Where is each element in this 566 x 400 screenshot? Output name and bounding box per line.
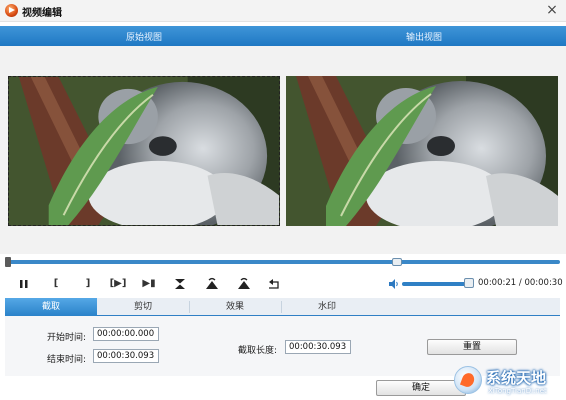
rotate-right-icon[interactable] [236, 276, 252, 292]
end-time-field[interactable] [93, 349, 159, 363]
timeline-position-handle[interactable] [392, 258, 402, 266]
output-video-preview [286, 76, 558, 226]
tab-cut[interactable]: 剪切 [97, 298, 189, 316]
original-view-label: 原始视图 [126, 33, 163, 43]
play-selection-icon[interactable]: [▶] [108, 276, 128, 292]
next-frame-icon[interactable]: ▶▮ [140, 276, 158, 292]
end-time-label: 结束时间: [47, 355, 87, 365]
preview-area [0, 46, 566, 254]
start-time-field[interactable] [93, 327, 159, 341]
site-logo-icon [454, 366, 482, 394]
koala-image [9, 77, 279, 225]
undo-icon[interactable] [266, 276, 282, 292]
close-button[interactable]: × [544, 2, 560, 18]
start-time-label: 开始时间: [47, 333, 87, 343]
tab-watermark[interactable]: 水印 [281, 298, 373, 316]
site-logo-url: XiTongTianDi.net [488, 387, 547, 395]
view-header: 原始视图 输出视图 [0, 26, 566, 46]
timeline-track[interactable] [8, 260, 560, 264]
koala-image [286, 76, 558, 226]
reset-button[interactable]: 重置 [427, 339, 517, 355]
rotate-left-icon[interactable] [204, 276, 220, 292]
app-logo-icon [5, 4, 18, 17]
time-display: 00:00:21 / 00:00:30 [478, 278, 563, 288]
timeline-slider[interactable] [0, 254, 566, 270]
mark-out-icon[interactable]: ] [80, 276, 96, 292]
tab-trim[interactable]: 截取 [5, 298, 97, 316]
site-logo: 系统天地 XiTongTianDi.net [448, 362, 566, 400]
volume-slider-track[interactable] [402, 282, 470, 286]
mark-in-icon[interactable]: [ [48, 276, 64, 292]
play-pause-icon[interactable] [16, 276, 32, 292]
site-logo-title: 系统天地 [486, 369, 547, 387]
timeline-start-handle[interactable] [5, 257, 11, 267]
volume-slider-handle[interactable] [464, 278, 474, 288]
window-title: 视频编辑 [22, 8, 62, 19]
title-bar: 视频编辑 × [0, 0, 566, 22]
playback-controls: [ ] [▶] ▶▮ 00:00:21 / 00:00:30 [0, 272, 566, 296]
tab-effects[interactable]: 效果 [189, 298, 281, 316]
output-view-label: 输出视图 [406, 33, 443, 43]
original-video-preview[interactable] [8, 76, 280, 226]
trim-length-label: 截取长度: [238, 346, 278, 356]
volume-icon[interactable] [388, 278, 400, 290]
trim-length-field [285, 340, 351, 354]
flip-vertical-icon[interactable] [172, 276, 188, 292]
edit-tabs: 截取 剪切 效果 水印 [5, 298, 560, 316]
